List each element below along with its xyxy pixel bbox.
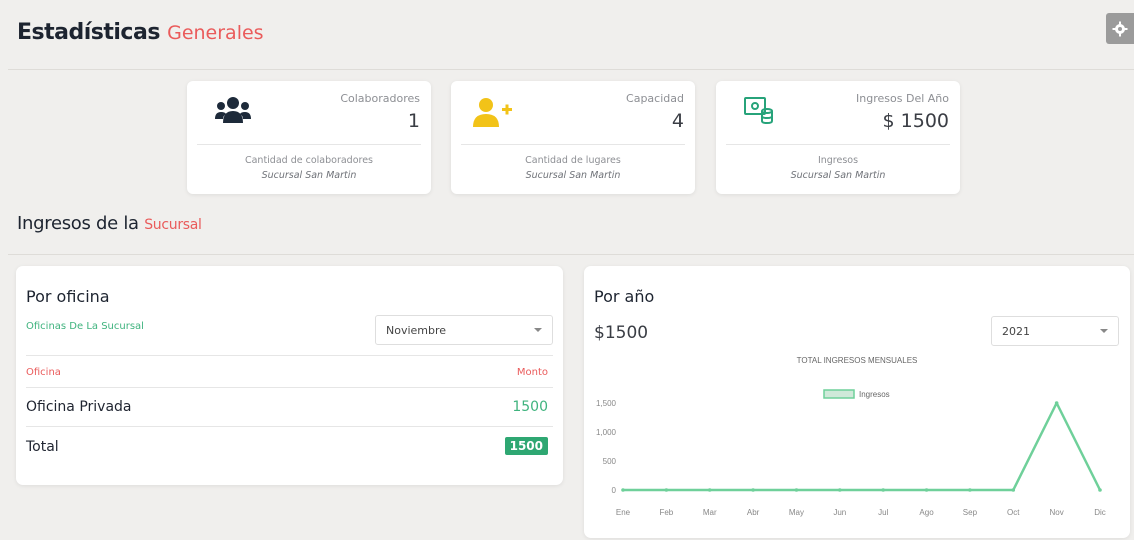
x-tick-label: Sep bbox=[963, 508, 978, 517]
month-select-value: Noviembre bbox=[386, 323, 447, 337]
stat-branch: Sucursal San Martin bbox=[790, 170, 886, 181]
gear-icon bbox=[1112, 21, 1128, 36]
data-point bbox=[881, 488, 885, 492]
stat-value: 4 bbox=[671, 110, 684, 132]
office-amount: 1500 bbox=[512, 399, 548, 415]
x-tick-label: Mar bbox=[703, 508, 717, 517]
stat-card-colaboradores: Colaboradores 1 Cantidad de colaboradore… bbox=[187, 81, 431, 194]
stat-divider bbox=[197, 144, 421, 145]
x-tick-label: Ene bbox=[616, 508, 631, 517]
section-title-accent: Sucursal bbox=[144, 217, 202, 233]
data-point bbox=[1098, 488, 1102, 492]
panel-title: Por oficina bbox=[26, 287, 110, 306]
stat-branch: Sucursal San Martin bbox=[261, 170, 357, 181]
month-select[interactable]: Noviembre bbox=[375, 315, 553, 345]
x-tick-label: Feb bbox=[659, 508, 673, 517]
settings-button[interactable] bbox=[1106, 13, 1134, 44]
stat-divider bbox=[461, 144, 685, 145]
income-line-chart: TOTAL INGRESOS MENSUALES Ingresos 0 500 1,00… bbox=[596, 356, 1106, 517]
data-point bbox=[1054, 401, 1059, 405]
section-divider bbox=[8, 254, 1134, 255]
total-label: Total bbox=[26, 439, 59, 455]
x-tick-label: Jun bbox=[833, 508, 846, 517]
page-title-text: Estadísticas bbox=[17, 20, 160, 45]
series-line-ingresos bbox=[623, 401, 1102, 492]
stat-branch: Sucursal San Martin bbox=[525, 170, 621, 181]
stat-label: Colaboradores bbox=[340, 92, 420, 105]
data-point bbox=[707, 488, 712, 492]
year-amount: $1500 bbox=[594, 323, 649, 343]
x-tick-label: Ago bbox=[919, 508, 934, 517]
panel-por-anio: Por año $1500 2021 TOTAL INGRESOS MENSUA… bbox=[584, 266, 1130, 538]
stat-value: 1 bbox=[407, 110, 420, 132]
x-tick-label: Abr bbox=[747, 508, 760, 517]
chevron-down-icon bbox=[534, 328, 542, 332]
office-name: Oficina Privada bbox=[26, 399, 132, 415]
page-title-accent: Generales bbox=[167, 22, 264, 44]
x-tick-label: Dic bbox=[1094, 508, 1106, 517]
column-header-monto: Monto bbox=[516, 367, 548, 378]
users-icon bbox=[215, 97, 251, 123]
stat-card-ingresos: Ingresos Del Año $ 1500 Ingresos Sucursa… bbox=[716, 81, 960, 194]
panel-por-oficina: Por oficina Oficinas De La Sucursal Novi… bbox=[16, 266, 563, 485]
chart-title: TOTAL INGRESOS MENSUALES bbox=[797, 356, 918, 365]
stat-card-capacidad: Capacidad 4 Cantidad de lugares Sucursal… bbox=[451, 81, 695, 194]
stat-label: Capacidad bbox=[626, 92, 684, 105]
panel-title: Por año bbox=[594, 287, 655, 306]
y-tick-label: 1,500 bbox=[596, 399, 617, 408]
legend-label: Ingresos bbox=[859, 390, 890, 399]
data-point bbox=[1011, 488, 1016, 492]
money-coins-icon bbox=[744, 97, 773, 125]
data-point bbox=[968, 488, 972, 492]
stat-description: Cantidad de colaboradores bbox=[244, 155, 374, 166]
section-title-text: Ingresos de la bbox=[17, 213, 139, 234]
page-title: Estadísticas Generales bbox=[17, 20, 264, 45]
x-tick-label: Jul bbox=[878, 508, 888, 517]
y-tick-label: 500 bbox=[603, 457, 617, 466]
data-point bbox=[924, 488, 929, 492]
data-point bbox=[664, 488, 669, 492]
stat-divider bbox=[726, 144, 950, 145]
total-badge: 1500 bbox=[504, 437, 548, 455]
panel-subtitle: Oficinas De La Sucursal bbox=[26, 321, 144, 332]
y-tick-label: 1,000 bbox=[596, 428, 617, 437]
section-title: Ingresos de la Sucursal bbox=[17, 213, 202, 234]
stat-label: Ingresos Del Año bbox=[856, 92, 949, 105]
table-divider bbox=[26, 355, 553, 356]
chevron-down-icon bbox=[1100, 329, 1108, 333]
data-point bbox=[838, 488, 842, 492]
y-tick-label: 0 bbox=[612, 486, 617, 495]
x-tick-label: May bbox=[789, 508, 804, 517]
legend-swatch bbox=[823, 389, 855, 399]
data-point bbox=[751, 488, 755, 492]
table-divider bbox=[26, 426, 553, 427]
data-point bbox=[794, 488, 799, 492]
stat-value: $ 1500 bbox=[882, 110, 949, 132]
column-header-oficina: Oficina bbox=[26, 367, 61, 378]
x-tick-label: Oct bbox=[1007, 508, 1020, 517]
user-plus-icon bbox=[473, 98, 512, 127]
stat-description: Cantidad de lugares bbox=[525, 155, 621, 166]
x-tick-label: Nov bbox=[1050, 508, 1064, 517]
year-select-value: 2021 bbox=[1002, 324, 1030, 338]
data-point bbox=[621, 488, 625, 492]
header-divider bbox=[8, 69, 1134, 70]
table-divider bbox=[26, 387, 553, 388]
year-select[interactable]: 2021 bbox=[991, 316, 1119, 346]
stat-description: Ingresos bbox=[817, 155, 859, 166]
